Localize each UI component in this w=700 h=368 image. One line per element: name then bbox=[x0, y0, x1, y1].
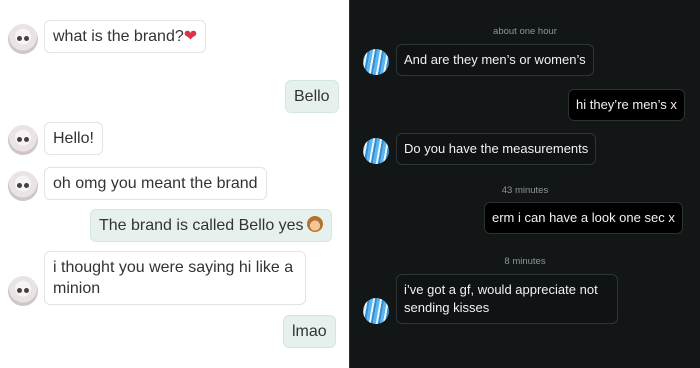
contact-avatar[interactable] bbox=[363, 138, 389, 164]
heart-emoji-icon: ❤ bbox=[183, 28, 198, 45]
message-received: i’ve got a gf, would appreciate not send… bbox=[396, 274, 618, 324]
contact-avatar[interactable] bbox=[363, 298, 389, 324]
message-sent: Bello bbox=[285, 80, 339, 113]
right-chat-panel: about one hour And are they men’s or wom… bbox=[350, 0, 700, 368]
message-text: oh omg you meant the brand bbox=[53, 175, 258, 192]
message-text: i thought you were saying hi like a mini… bbox=[53, 259, 294, 297]
message-received: And are they men’s or women’s bbox=[396, 44, 594, 76]
message-text: lmao bbox=[292, 323, 327, 340]
message-text: The brand is called Bello yes bbox=[99, 217, 304, 234]
message-text: what is the brand? bbox=[53, 28, 184, 45]
timestamp: 8 minutes bbox=[504, 256, 546, 267]
see-no-evil-monkey-icon bbox=[306, 216, 323, 232]
message-text: And are they men’s or women’s bbox=[404, 52, 586, 67]
message-sent: The brand is called Bello yes bbox=[90, 209, 332, 242]
message-received: oh omg you meant the brand bbox=[44, 167, 267, 200]
message-received: i thought you were saying hi like a mini… bbox=[44, 251, 306, 305]
message-text: Do you have the measurements bbox=[404, 141, 589, 156]
message-text: Bello bbox=[294, 88, 330, 105]
left-chat-panel: what is the brand?❤ Bello Hello! oh omg … bbox=[0, 0, 349, 368]
contact-avatar[interactable] bbox=[8, 171, 38, 201]
message-received: what is the brand?❤ bbox=[44, 20, 207, 53]
message-text: hi they’re men’s x bbox=[576, 97, 677, 112]
message-text: Hello! bbox=[53, 130, 94, 147]
message-sent: erm i can have a look one sec x bbox=[484, 202, 683, 234]
timestamp: 43 minutes bbox=[501, 185, 549, 196]
message-received: Hello! bbox=[44, 122, 103, 155]
contact-avatar[interactable] bbox=[8, 125, 38, 155]
contact-avatar[interactable] bbox=[8, 276, 38, 306]
message-text: erm i can have a look one sec x bbox=[492, 210, 675, 225]
message-sent: lmao bbox=[283, 315, 336, 348]
message-sent: hi they’re men’s x bbox=[568, 89, 685, 121]
message-received: Do you have the measurements bbox=[396, 133, 597, 165]
contact-avatar[interactable] bbox=[363, 49, 389, 75]
contact-avatar[interactable] bbox=[8, 24, 38, 54]
timestamp: about one hour bbox=[493, 26, 557, 37]
message-text: i’ve got a gf, would appreciate not send… bbox=[404, 282, 598, 315]
